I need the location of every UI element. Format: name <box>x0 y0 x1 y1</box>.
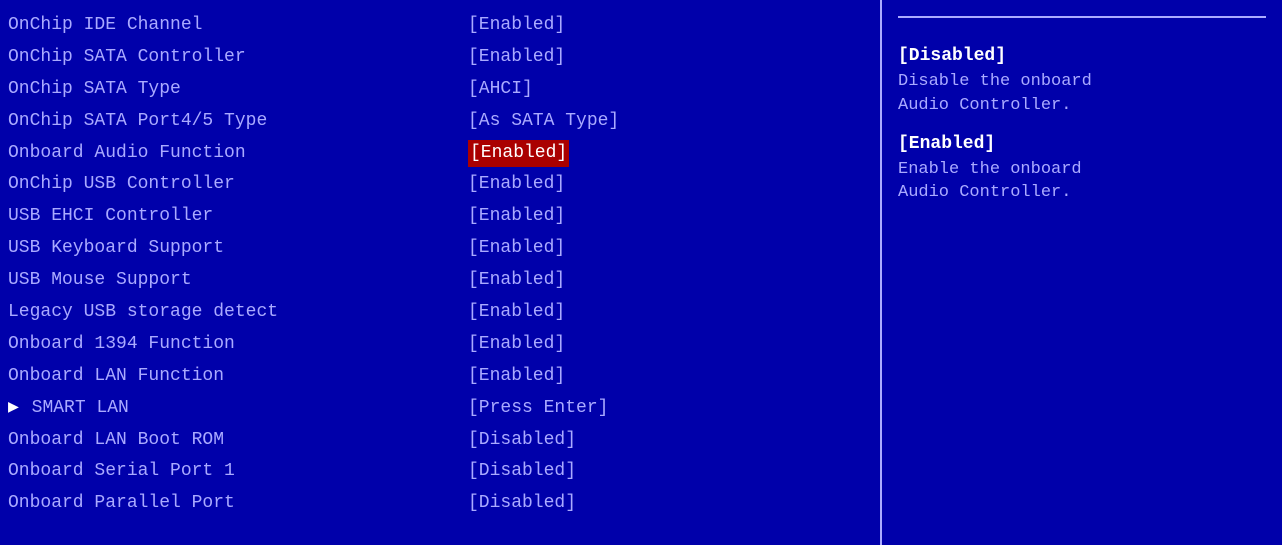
bios-row-value: [Enabled] <box>468 363 565 391</box>
bios-row[interactable]: Onboard 1394 Function[Enabled] <box>8 329 872 361</box>
bios-row-value: [Enabled] <box>468 267 565 295</box>
bios-row-label: Onboard 1394 Function <box>8 331 468 359</box>
bios-row[interactable]: OnChip USB Controller[Enabled] <box>8 169 872 201</box>
bios-row-label: OnChip IDE Channel <box>8 12 468 40</box>
bios-row[interactable]: Onboard Serial Port 1[Disabled] <box>8 456 872 488</box>
bios-row-value: [Enabled] <box>468 331 565 359</box>
bios-row-value: [Enabled] <box>468 44 565 72</box>
bios-rows-container: OnChip IDE Channel[Enabled]OnChip SATA C… <box>8 10 872 520</box>
bios-row-label: OnChip USB Controller <box>8 171 468 199</box>
bios-row[interactable]: Legacy USB storage detect[Enabled] <box>8 297 872 329</box>
bullet-icon: ▶ <box>8 398 30 418</box>
bios-row-value: [Disabled] <box>468 427 576 455</box>
help-section: [Disabled] Disable the onboardAudio Contr… <box>898 46 1266 118</box>
bios-row-label: OnChip SATA Type <box>8 76 468 104</box>
bios-row[interactable]: USB EHCI Controller[Enabled] <box>8 201 872 233</box>
bios-row-label: Onboard Parallel Port <box>8 490 468 518</box>
bios-row-label: USB EHCI Controller <box>8 203 468 231</box>
bios-row-label: Onboard Serial Port 1 <box>8 458 468 486</box>
bios-row[interactable]: Onboard LAN Boot ROM[Disabled] <box>8 425 872 457</box>
bios-row-value: [AHCI] <box>468 76 533 104</box>
bios-row-value: [Disabled] <box>468 490 576 518</box>
help-option-label: [Disabled] <box>898 46 1266 66</box>
help-panel-title <box>898 10 1266 18</box>
bios-row-label: Onboard LAN Boot ROM <box>8 427 468 455</box>
bios-row-label: ▶ SMART LAN <box>8 395 468 423</box>
bios-row[interactable]: OnChip SATA Controller[Enabled] <box>8 42 872 74</box>
bios-screen: OnChip IDE Channel[Enabled]OnChip SATA C… <box>0 0 1282 545</box>
bios-row-value: [Disabled] <box>468 458 576 486</box>
bios-row[interactable]: OnChip SATA Type[AHCI] <box>8 74 872 106</box>
bios-row[interactable]: Onboard LAN Function[Enabled] <box>8 361 872 393</box>
help-option-description: Enable the onboardAudio Controller. <box>898 158 1266 206</box>
bios-row-value: [Press Enter] <box>468 395 608 423</box>
bios-row-label: Onboard LAN Function <box>8 363 468 391</box>
bios-row[interactable]: USB Keyboard Support[Enabled] <box>8 233 872 265</box>
bios-row[interactable]: OnChip IDE Channel[Enabled] <box>8 10 872 42</box>
main-panel: OnChip IDE Channel[Enabled]OnChip SATA C… <box>0 0 882 545</box>
bios-row-value: [Enabled] <box>468 235 565 263</box>
bios-row-label: OnChip SATA Controller <box>8 44 468 72</box>
bios-row[interactable]: Onboard Audio Function[Enabled] <box>8 138 872 170</box>
bios-row[interactable]: USB Mouse Support[Enabled] <box>8 265 872 297</box>
bios-row-label: OnChip SATA Port4/5 Type <box>8 108 468 136</box>
bios-row-value: [Enabled] <box>468 203 565 231</box>
bios-row-value: [As SATA Type] <box>468 108 619 136</box>
bios-row-value: [Enabled] <box>468 12 565 40</box>
help-sections-container: [Disabled] Disable the onboardAudio Contr… <box>898 46 1266 205</box>
bios-row[interactable]: Onboard Parallel Port[Disabled] <box>8 488 872 520</box>
help-option-label: [Enabled] <box>898 134 1266 154</box>
bios-row-label: Onboard Audio Function <box>8 140 468 168</box>
bios-row-label: USB Mouse Support <box>8 267 468 295</box>
bios-row[interactable]: OnChip SATA Port4/5 Type[As SATA Type] <box>8 106 872 138</box>
bios-row[interactable]: ▶ SMART LAN[Press Enter] <box>8 393 872 425</box>
bios-row-value: [Enabled] <box>468 171 565 199</box>
bios-row-label: Legacy USB storage detect <box>8 299 468 327</box>
bios-row-value: [Enabled] <box>468 140 569 168</box>
help-section: [Enabled] Enable the onboardAudio Control… <box>898 134 1266 206</box>
bios-row-value: [Enabled] <box>468 299 565 327</box>
help-panel: [Disabled] Disable the onboardAudio Contr… <box>882 0 1282 545</box>
help-option-description: Disable the onboardAudio Controller. <box>898 70 1266 118</box>
bios-row-label: USB Keyboard Support <box>8 235 468 263</box>
